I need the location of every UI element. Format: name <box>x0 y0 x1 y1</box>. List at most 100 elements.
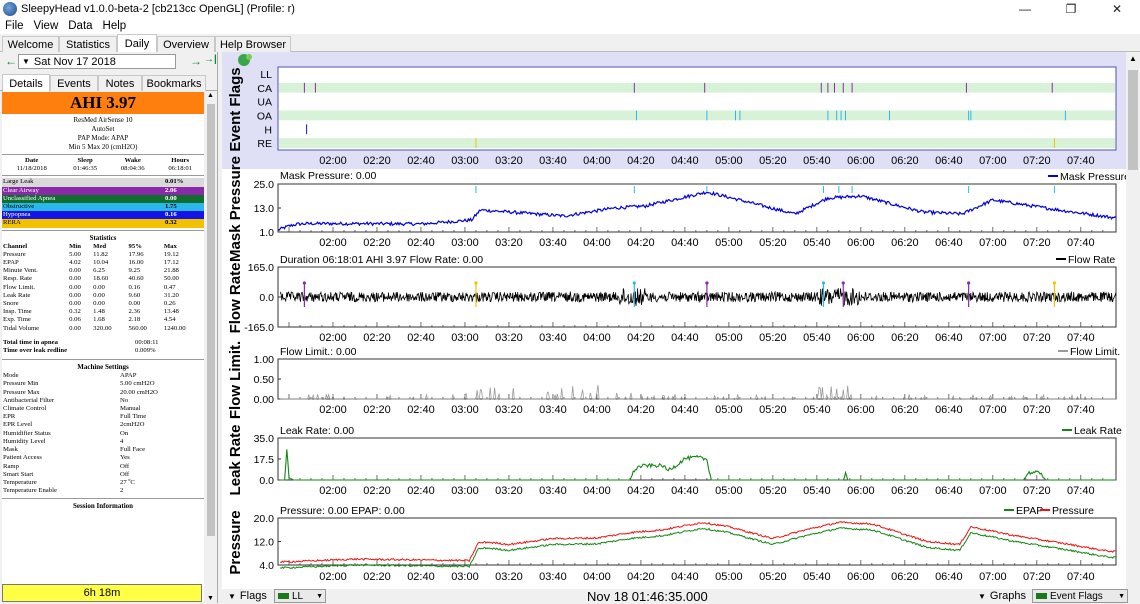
setting-row: Patient Access Yes <box>2 454 204 462</box>
scroll-up-icon[interactable]: ▲ <box>207 92 214 99</box>
y-tick-label: 1.00 <box>254 354 275 366</box>
time-tick-label: 07:00 <box>979 155 1007 167</box>
stat-cell: 0.16 <box>128 283 141 291</box>
event-dot <box>632 281 636 285</box>
flags-select[interactable]: LL ▼ <box>274 589 326 603</box>
session-duration-bar[interactable]: 6h 18m <box>2 584 202 602</box>
close-button[interactable]: ✕ <box>1094 0 1140 18</box>
minimize-button[interactable]: — <box>1002 0 1048 18</box>
stat-row: Resp. Rate 0.00 18.60 40.60 50.00 <box>2 275 204 283</box>
restore-button[interactable]: ❐ <box>1048 0 1094 18</box>
date-selector[interactable]: ▼ Sat Nov 17 2018 <box>18 54 176 69</box>
menu-view[interactable]: View <box>29 20 64 32</box>
setting-row: Pressure Max 20.00 cmH2O <box>2 389 204 397</box>
time-tick-label: 07:20 <box>1023 237 1051 249</box>
event-row-large-leak[interactable]: Large Leak 0.01% <box>2 178 204 187</box>
event-row-obstructive[interactable]: Obstructive 1.75 <box>2 203 204 212</box>
menu-bar: File View Data Help <box>0 18 1140 34</box>
graph-area[interactable]: Event Flags LL CA UA OA H RE 02:00 02:20 02:40 03:… <box>222 52 1130 589</box>
scroll-down-icon[interactable]: ▼ <box>207 595 214 602</box>
event-row-rera[interactable]: RERA 0.32 <box>2 219 204 228</box>
setting-row: EPR Full Time <box>2 413 204 421</box>
stat-cell: 0.32 <box>69 308 81 316</box>
time-tick-label: 02:40 <box>407 332 435 344</box>
tab-daily[interactable]: Daily <box>117 34 157 53</box>
epap-legend: EPAP <box>1016 505 1043 517</box>
next-day-arrow-icon[interactable]: → <box>190 54 202 68</box>
daily-graphs[interactable]: Event Flags LL CA UAOA H RE 02:00 02:20 02:40 03:… <box>222 52 1130 589</box>
event-name: Unclassified Apnea <box>3 194 56 202</box>
setting-value: No <box>120 396 129 404</box>
pressure-caption: Pressure: 0.00 EPAP: 0.00 <box>280 505 405 517</box>
time-tick-label: 02:00 <box>319 332 347 344</box>
time-tick-label: 04:20 <box>627 332 655 344</box>
time-tick-label: 07:40 <box>1067 404 1095 416</box>
prev-day-arrow-icon[interactable]: ← <box>5 54 17 68</box>
flow-limit-caption: Flow Limit.: 0.00 <box>280 346 357 358</box>
stat-cell: Flow Limit. <box>3 283 35 291</box>
setting-name: Climate Control <box>3 405 47 413</box>
event-value: 0.16 <box>165 211 177 219</box>
stat-cell: 0.00 <box>128 300 141 308</box>
y-tick-label: 165.0 <box>248 262 274 274</box>
event-row-hypopnea[interactable]: Hypopnea 0.16 <box>2 211 204 220</box>
stat-cell: 0.00 <box>93 283 105 291</box>
event-name: Obstructive <box>3 203 35 211</box>
stat-row: Tidal Volume 0.00 320.00 560.00 1240.00 <box>2 325 204 333</box>
setting-value: 2 <box>120 487 124 495</box>
scroll-up-icon[interactable]: ▲ <box>1129 54 1137 63</box>
setting-name: Patient Access <box>3 454 42 462</box>
setting-name: Humidifier Status <box>3 429 51 437</box>
cursor-time: Nov 18 01:46:35.000 <box>587 588 708 604</box>
time-tick-label: 07:20 <box>1023 571 1051 583</box>
stat-row: Minute Vent. 0.00 6.25 9.25 21.88 <box>2 267 204 275</box>
left-panel-scrollbar[interactable]: ▲ ▼ <box>205 92 217 602</box>
apnea-time-label: Total time in apnea <box>3 338 58 346</box>
last-day-arrow-icon[interactable]: →| <box>204 54 217 65</box>
time-tick-label: 04:00 <box>583 571 611 583</box>
event-flags-title: Event Flags <box>227 67 244 151</box>
window-title: SleepyHead v1.0.0-beta-2 [cb213cc OpenGL… <box>21 3 295 15</box>
tab-notes[interactable]: Notes <box>98 75 142 91</box>
event-row-unclassified-apnea[interactable]: Unclassified Apnea 0.00 <box>2 194 204 204</box>
y-tick-label: 4.0 <box>259 560 274 572</box>
setting-name: Pressure Max <box>3 388 40 396</box>
time-tick-label: 02:20 <box>363 237 391 249</box>
time-tick-label: 03:40 <box>539 237 567 249</box>
tab-help-browser[interactable]: Help Browser <box>215 36 291 52</box>
setting-name: Mask <box>3 446 18 454</box>
menu-data[interactable]: Data <box>63 20 97 32</box>
time-tick-label: 06:00 <box>847 237 875 249</box>
event-dot <box>705 281 709 285</box>
tab-overview[interactable]: Overview <box>157 36 215 52</box>
time-tick-label: 06:00 <box>847 332 875 344</box>
tab-statistics[interactable]: Statistics <box>59 36 117 52</box>
time-tick-label: 04:40 <box>671 332 699 344</box>
event-row-clear-airway[interactable]: Clear Airway 2.06 <box>2 186 204 195</box>
detail-tabs: Details Events Notes Bookmarks <box>0 74 218 92</box>
graphs-dropdown[interactable]: ▼ Graphs <box>978 589 1026 603</box>
stat-cell: 5.00 <box>69 250 81 258</box>
menu-file[interactable]: File <box>0 20 29 32</box>
menu-help[interactable]: Help <box>98 20 132 32</box>
tab-welcome[interactable]: Welcome <box>2 36 59 52</box>
graphs-select[interactable]: Event Flags ▼ <box>1032 589 1128 603</box>
time-tick-label: 05:00 <box>715 404 743 416</box>
tab-events[interactable]: Events <box>50 75 98 91</box>
summary-header: Date <box>25 157 39 164</box>
flags-dropdown[interactable]: ▼ Flags <box>228 589 267 603</box>
device-mode: AutoSet <box>91 125 115 133</box>
stat-cell: 10.04 <box>93 259 109 267</box>
scrollbar-thumb[interactable] <box>207 104 215 536</box>
tab-details[interactable]: Details <box>2 74 50 92</box>
stat-cell: 2.18 <box>128 316 141 324</box>
scrollbar-thumb[interactable] <box>1128 70 1138 170</box>
summary-wake: 08:04:36 <box>120 165 145 173</box>
graph-scrollbar[interactable]: ▲ <box>1126 52 1140 589</box>
flag-row-band <box>279 138 1115 148</box>
tab-bookmarks[interactable]: Bookmarks <box>142 75 206 91</box>
time-tick-label: 03:00 <box>451 571 479 583</box>
event-name: RERA <box>3 219 21 227</box>
title-bar: SleepyHead v1.0.0-beta-2 [cb213cc OpenGL… <box>0 0 1140 18</box>
time-tick-label: 05:20 <box>759 155 787 167</box>
